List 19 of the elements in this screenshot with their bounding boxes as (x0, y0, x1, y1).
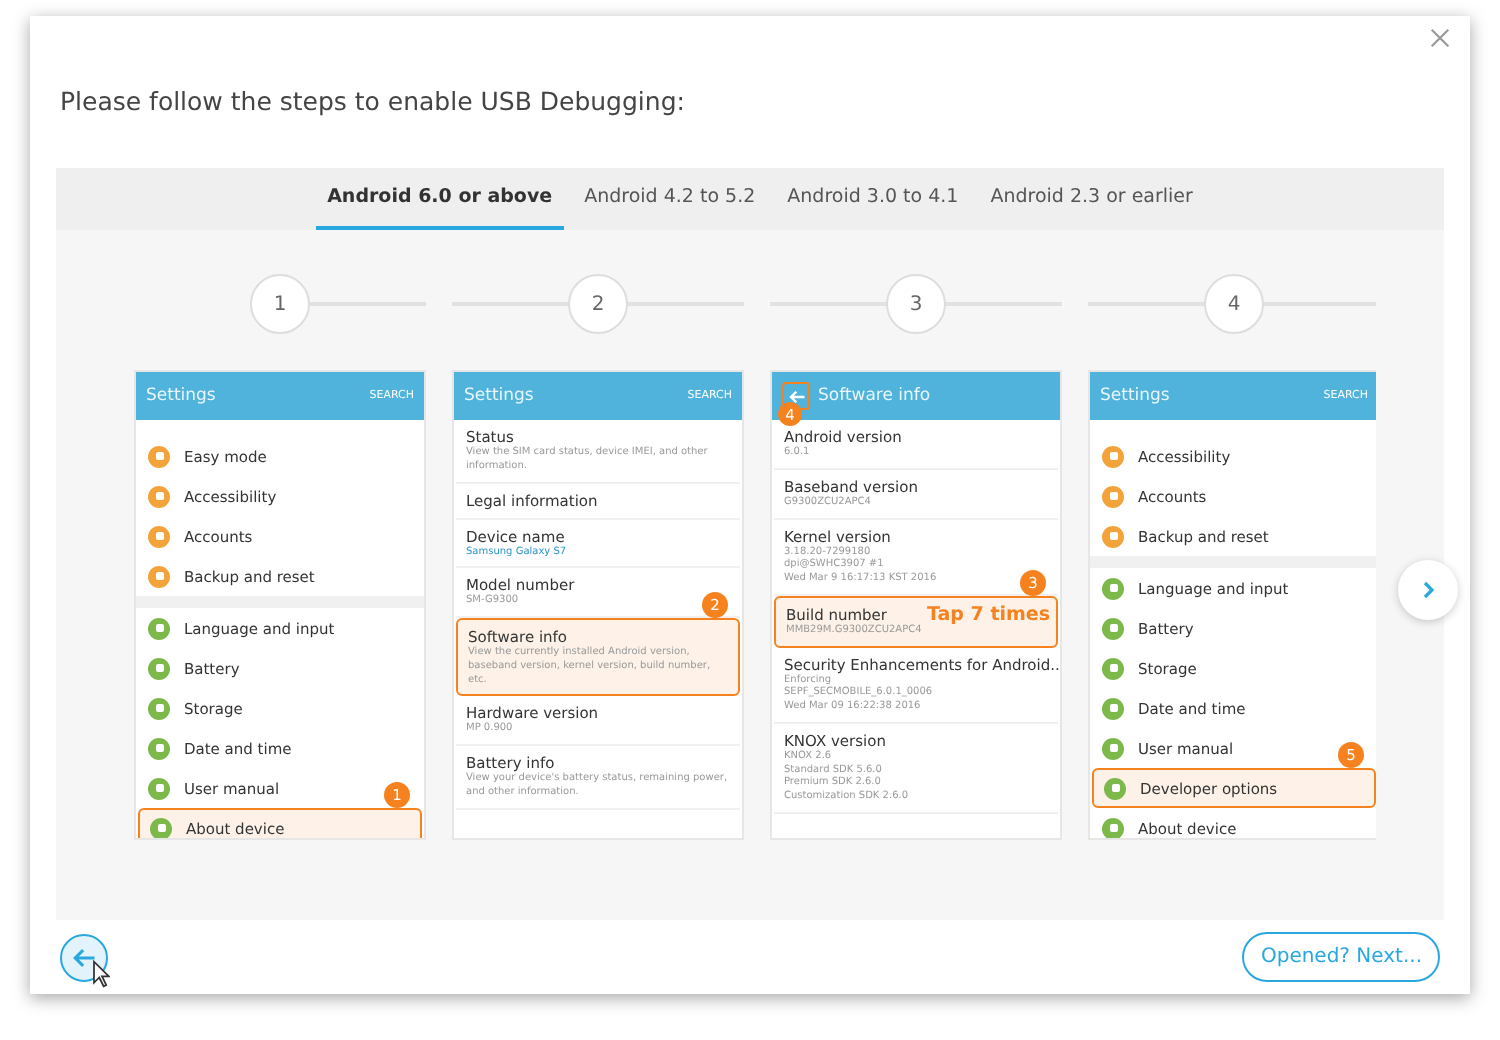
app-bar-title: Settings (464, 386, 536, 406)
step-number: 1 (250, 274, 310, 334)
arrow-left-icon (70, 943, 98, 971)
dialog-title: Please follow the steps to enable USB Debugging: (60, 85, 685, 115)
next-arrow-button[interactable] (1398, 560, 1458, 620)
tap-hint: Tap 7 times (927, 603, 1050, 626)
step-number: 3 (886, 274, 946, 334)
step-number: 4 (1204, 274, 1264, 334)
app-bar-title: Settings (146, 386, 218, 406)
back-button[interactable] (60, 933, 108, 981)
close-icon[interactable] (1430, 28, 1450, 48)
tab[interactable]: Android 2.3 or earlier (978, 168, 1205, 230)
app-bar-title: Software info (818, 386, 933, 406)
pointer-icon (92, 959, 110, 987)
step-number: 2 (568, 274, 628, 334)
tab[interactable]: Android 4.2 to 5.2 (572, 168, 768, 230)
tab[interactable]: Android 3.0 to 4.1 (775, 168, 971, 230)
chevron-right-icon (1418, 580, 1438, 600)
app-bar-title: Settings (1100, 386, 1172, 406)
